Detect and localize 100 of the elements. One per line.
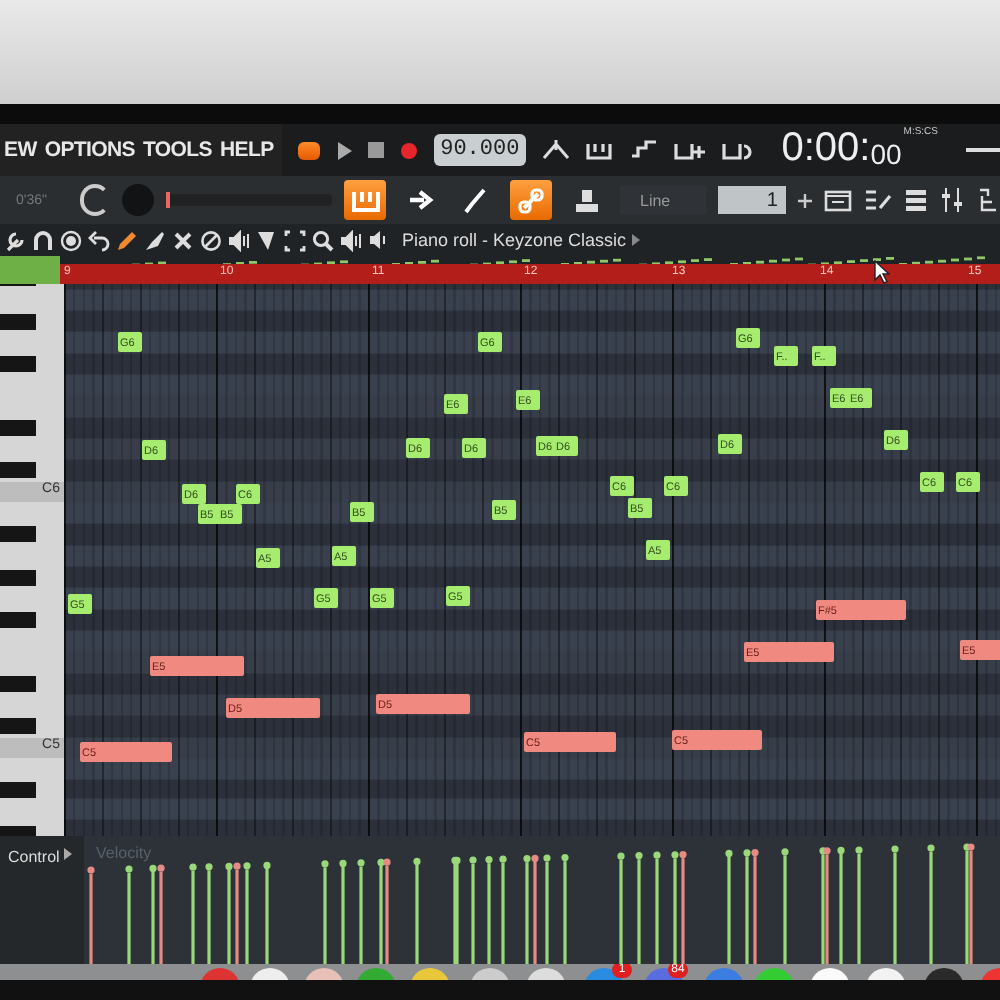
sharp-key[interactable] — [0, 718, 36, 735]
pencil-tool[interactable] — [116, 229, 138, 251]
velocity-stem[interactable] — [635, 852, 643, 964]
velocity-stem[interactable] — [927, 844, 935, 964]
channel-rack-icon[interactable] — [903, 188, 928, 212]
velocity-stem[interactable] — [617, 852, 625, 964]
velocity-stem[interactable] — [125, 865, 133, 964]
velocity-stem[interactable] — [823, 847, 831, 964]
velocity-stem[interactable] — [523, 855, 531, 964]
velocity-stem[interactable] — [383, 858, 391, 964]
velocity-stem[interactable] — [377, 858, 385, 964]
velocity-stem[interactable] — [357, 859, 365, 964]
link-button[interactable] — [509, 180, 553, 220]
velocity-stem[interactable] — [321, 860, 329, 964]
snap-dropdown[interactable]: Line — [620, 186, 707, 214]
velocity-stem[interactable] — [855, 846, 863, 964]
velocity-stem[interactable] — [837, 846, 845, 964]
select-icon — [284, 229, 306, 251]
undo-tool[interactable] — [88, 229, 110, 251]
metronome-icon[interactable] — [541, 140, 570, 160]
velocity-stem[interactable] — [243, 862, 251, 964]
speaker-icon — [228, 229, 250, 251]
caret-icon[interactable] — [632, 234, 641, 246]
velocity-stem[interactable] — [87, 866, 95, 964]
slice-tool[interactable] — [256, 229, 278, 251]
velocity-stem[interactable] — [485, 856, 493, 964]
step-field[interactable]: 1 — [718, 186, 786, 214]
search-tool[interactable] — [312, 229, 334, 251]
wrench-tool[interactable] — [4, 229, 26, 251]
speaker-tool[interactable] — [340, 229, 362, 251]
velocity-stem[interactable] — [469, 856, 477, 964]
stamp-icon — [571, 185, 602, 215]
menu-item[interactable]: EW — [4, 138, 37, 162]
velocity-stem[interactable] — [543, 854, 551, 964]
velocity-stem[interactable] — [743, 849, 751, 964]
play-button[interactable] — [336, 141, 353, 159]
loop-icon[interactable] — [721, 140, 754, 160]
record-tool[interactable] — [60, 229, 82, 251]
select-tool[interactable] — [284, 229, 306, 251]
velocity-stem[interactable] — [725, 849, 733, 964]
velocity-stem[interactable] — [781, 848, 789, 964]
velocity-stem[interactable] — [413, 857, 421, 964]
undo-icon — [88, 229, 110, 251]
velocity-stem[interactable] — [189, 863, 197, 964]
position-slider[interactable] — [166, 194, 332, 206]
velocity-stem[interactable] — [561, 854, 569, 964]
sharp-key[interactable] — [0, 313, 36, 330]
menu-item[interactable]: OPTIONS — [44, 138, 135, 162]
tempo-field[interactable]: 90.000 — [434, 134, 526, 166]
velocity-stem[interactable] — [233, 862, 241, 964]
velocity-stem[interactable] — [149, 864, 157, 964]
pattern-icon[interactable] — [585, 140, 614, 160]
volume-knob[interactable] — [79, 184, 111, 216]
velocity-stem[interactable] — [653, 851, 661, 964]
plus-icon[interactable] — [797, 193, 812, 207]
slider-thumb[interactable] — [166, 192, 171, 208]
sharp-key[interactable] — [0, 462, 36, 479]
sharp-key[interactable] — [0, 526, 36, 543]
magnet-tool[interactable] — [32, 229, 54, 251]
velocity-stem[interactable] — [671, 851, 679, 964]
speaker-tool[interactable] — [228, 229, 250, 251]
brush-tool[interactable] — [144, 229, 166, 251]
velocity-stem[interactable] — [819, 847, 827, 964]
velocity-stem[interactable] — [263, 861, 271, 964]
browser-icon[interactable] — [975, 188, 1000, 212]
speaker-icon[interactable] — [368, 230, 388, 250]
velocity-stem[interactable] — [499, 855, 507, 964]
menu-item[interactable]: HELP — [219, 138, 274, 162]
pattern-add-icon[interactable] — [673, 140, 706, 160]
velocity-stem[interactable] — [339, 859, 347, 964]
mute-tool[interactable] — [200, 229, 222, 251]
menu-item[interactable]: TOOLS — [142, 138, 212, 162]
status-badge — [297, 141, 321, 159]
mixer-icon[interactable] — [939, 188, 964, 212]
delete-icon — [172, 229, 194, 251]
pencil-icon — [116, 229, 138, 251]
step-icon[interactable] — [629, 140, 658, 160]
velocity-stem[interactable] — [963, 843, 971, 964]
velocity-stem[interactable] — [157, 864, 165, 964]
wrench-icon — [4, 229, 26, 251]
caret-icon[interactable] — [63, 848, 72, 860]
slice-icon — [256, 229, 278, 251]
sharp-key[interactable] — [0, 569, 36, 586]
velocity-stem[interactable] — [679, 851, 687, 964]
stop-button[interactable] — [368, 142, 385, 158]
velocity-stem[interactable] — [205, 863, 213, 964]
list-icon[interactable] — [863, 188, 892, 212]
velocity-stem[interactable] — [967, 843, 975, 964]
sharp-key[interactable] — [0, 782, 36, 799]
piano-roll-icon[interactable] — [823, 188, 852, 212]
delete-tool[interactable] — [172, 229, 194, 251]
velocity-stem[interactable] — [751, 849, 759, 964]
key-highlight — [0, 482, 64, 502]
record-button[interactable] — [400, 141, 419, 159]
speaker-icon — [340, 229, 362, 251]
velocity-stem[interactable] — [225, 862, 233, 964]
record-icon — [60, 229, 82, 251]
velocity-stem[interactable] — [891, 845, 899, 964]
pattern-button[interactable] — [343, 180, 387, 220]
velocity-stem[interactable] — [531, 854, 539, 964]
